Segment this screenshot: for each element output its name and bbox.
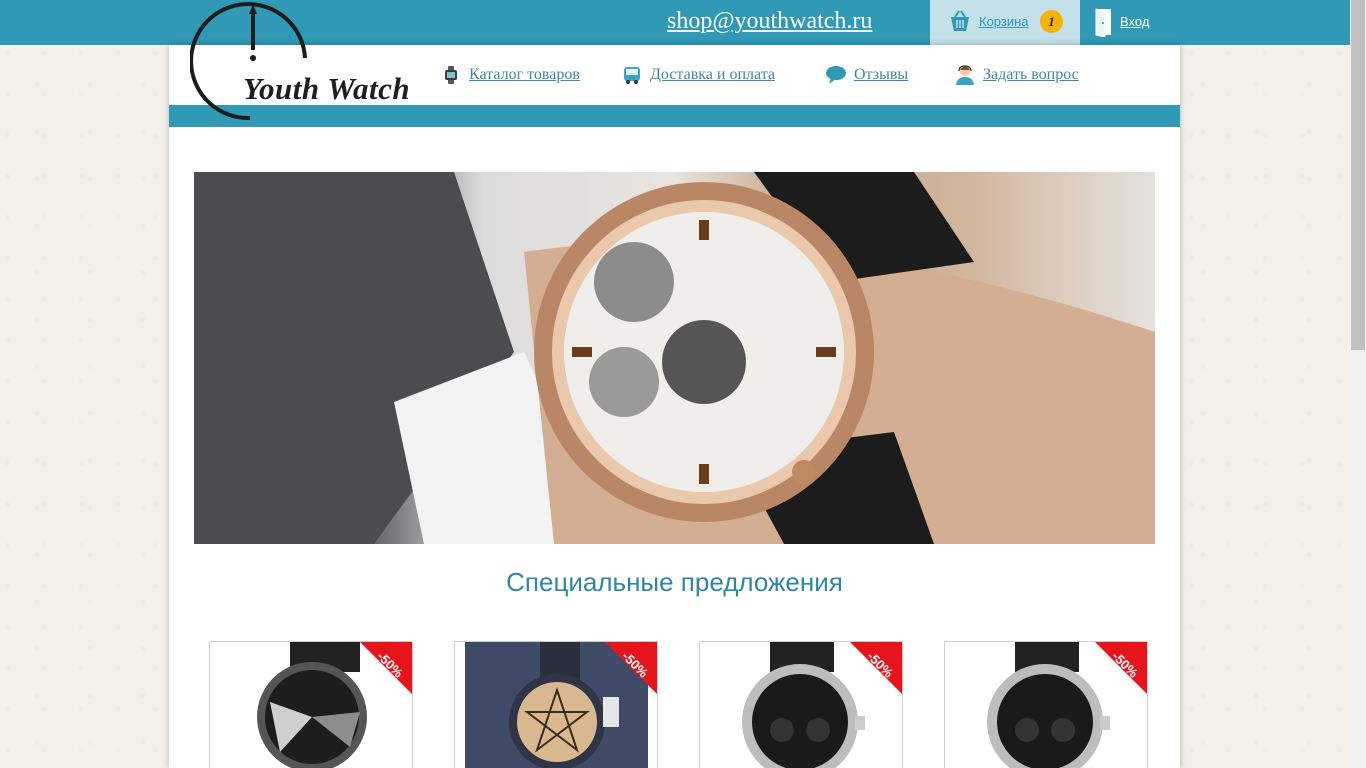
nav-item-catalog[interactable]: Каталог товаров — [440, 64, 580, 86]
bus-icon — [624, 67, 640, 84]
product-card[interactable]: -50% — [454, 641, 658, 768]
nav-label: Доставка и оплата — [650, 66, 775, 83]
support-agent-icon — [956, 65, 974, 85]
product-card[interactable]: -50% — [209, 641, 413, 768]
email-link[interactable]: shop@youthwatch.ru — [667, 8, 872, 35]
scrollbar-thumb[interactable] — [1351, 0, 1365, 350]
cart-label: Корзина — [979, 14, 1029, 29]
cart-button[interactable]: Корзина 1 — [930, 0, 1080, 45]
product-card[interactable]: -50% — [699, 641, 903, 768]
wristwatch-photo-image — [194, 172, 1155, 544]
basket-icon — [951, 10, 969, 31]
login-link[interactable]: Вход — [1120, 14, 1149, 29]
door-icon[interactable] — [1094, 7, 1114, 37]
nav-label: Отзывы — [854, 66, 909, 83]
nav-label: Каталог товаров — [469, 66, 580, 83]
hero-banner[interactable] — [194, 172, 1155, 544]
nav-item-delivery[interactable]: Доставка и оплата — [621, 64, 775, 86]
nav-item-reviews[interactable]: Отзывы — [825, 64, 908, 86]
product-card[interactable]: -50% — [944, 641, 1148, 768]
logo-text[interactable]: Youth Watch — [243, 71, 410, 107]
section-title: Специальные предложения — [506, 567, 843, 597]
nav-item-ask-question[interactable]: Задать вопрос — [954, 64, 1079, 86]
cart-count-badge: 1 — [1040, 10, 1063, 33]
speech-bubble-icon — [826, 66, 846, 84]
nav-label: Задать вопрос — [983, 66, 1079, 83]
watch-icon — [445, 66, 457, 84]
